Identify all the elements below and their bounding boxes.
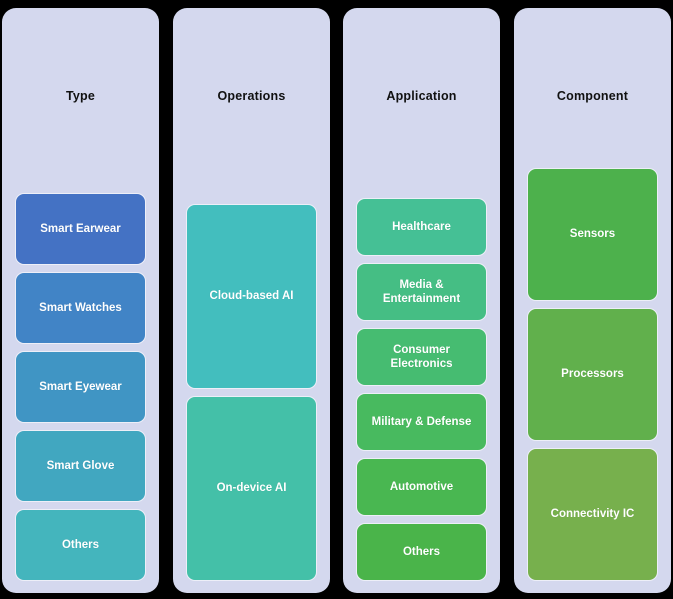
chip-healthcare[interactable]: Healthcare xyxy=(356,198,487,256)
column-operations: Operations Cloud-based AI On-device AI xyxy=(173,8,330,593)
column-title: Type xyxy=(65,89,96,103)
chip-cloud-based-ai[interactable]: Cloud-based AI xyxy=(186,204,317,389)
column-title: Operations xyxy=(217,89,286,103)
chip-automotive[interactable]: Automotive xyxy=(356,458,487,516)
chip-processors[interactable]: Processors xyxy=(527,308,658,441)
chip-on-device-ai[interactable]: On-device AI xyxy=(186,396,317,581)
chip-application-others[interactable]: Others xyxy=(356,523,487,581)
column-items: Cloud-based AI On-device AI xyxy=(173,204,330,593)
column-title: Application xyxy=(386,89,457,103)
column-items: Healthcare Media & Entertainment Consume… xyxy=(343,198,500,593)
column-application: Application Healthcare Media & Entertain… xyxy=(343,8,500,593)
chip-smart-watches[interactable]: Smart Watches xyxy=(15,272,146,344)
chip-smart-earwear[interactable]: Smart Earwear xyxy=(15,193,146,265)
column-items: Sensors Processors Connectivity IC xyxy=(514,168,671,593)
chip-smart-glove[interactable]: Smart Glove xyxy=(15,430,146,502)
chip-military-defense[interactable]: Military & Defense xyxy=(356,393,487,451)
column-component: Component Sensors Processors Connectivit… xyxy=(514,8,671,593)
column-items: Smart Earwear Smart Watches Smart Eyewea… xyxy=(2,193,159,593)
chip-sensors[interactable]: Sensors xyxy=(527,168,658,301)
chip-type-others[interactable]: Others xyxy=(15,509,146,581)
column-title: Component xyxy=(556,89,629,103)
chip-connectivity-ic[interactable]: Connectivity IC xyxy=(527,448,658,581)
chip-media-entertainment[interactable]: Media & Entertainment xyxy=(356,263,487,321)
chip-consumer-electronics[interactable]: Consumer Electronics xyxy=(356,328,487,386)
chip-smart-eyewear[interactable]: Smart Eyewear xyxy=(15,351,146,423)
column-type: Type Smart Earwear Smart Watches Smart E… xyxy=(2,8,159,593)
taxonomy-board: Type Smart Earwear Smart Watches Smart E… xyxy=(0,0,673,599)
